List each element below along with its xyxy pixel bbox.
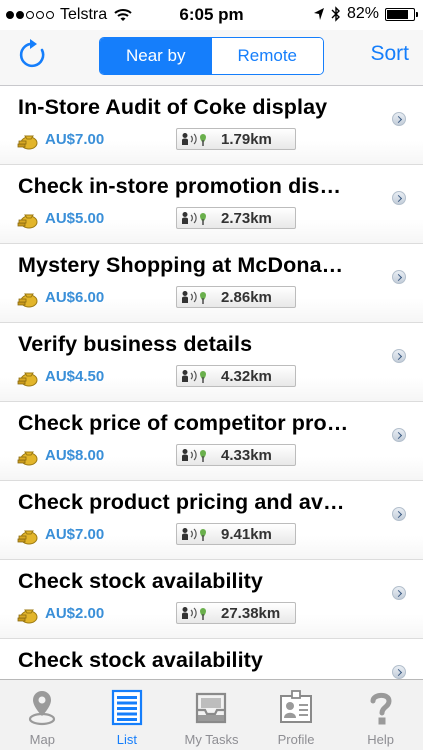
task-price: AU$6.00 xyxy=(45,289,105,306)
distance-icon xyxy=(182,607,206,620)
battery-percentage: 82% xyxy=(346,5,379,22)
navigation-bar: Near by Remote Sort xyxy=(0,30,423,86)
status-right: 82% xyxy=(313,5,418,23)
tab-map[interactable]: Map xyxy=(0,680,85,750)
tab-label: Help xyxy=(367,732,395,747)
tab-label: My Tasks xyxy=(184,732,239,747)
disclosure-chevron-icon[interactable] xyxy=(392,665,406,679)
location-segmented-control: Near by Remote xyxy=(99,37,324,75)
disclosure-chevron-icon[interactable] xyxy=(392,349,406,363)
id-badge-icon xyxy=(280,690,313,723)
tab-label: List xyxy=(116,732,137,747)
task-distance: 2.73km xyxy=(221,209,272,227)
refresh-icon[interactable] xyxy=(16,38,50,72)
distance-icon xyxy=(182,212,206,225)
money-bag-icon xyxy=(17,293,38,308)
money-bag-icon xyxy=(17,372,38,387)
distance-icon xyxy=(182,291,206,304)
task-distance: 9.41km xyxy=(221,525,272,543)
list-icon xyxy=(111,689,142,726)
inbox-tray-icon xyxy=(196,692,227,724)
question-mark-icon xyxy=(370,692,392,725)
disclosure-chevron-icon[interactable] xyxy=(392,270,406,284)
tab-my-tasks[interactable]: My Tasks xyxy=(169,680,254,750)
tab-profile[interactable]: Profile xyxy=(254,680,339,750)
distance-badge: 2.86km xyxy=(176,286,296,308)
distance-badge: 4.32km xyxy=(176,365,296,387)
disclosure-chevron-icon[interactable] xyxy=(392,112,406,126)
task-row[interactable]: Verify business details AU$4.50 4.32km xyxy=(0,323,423,402)
sort-button[interactable]: Sort xyxy=(370,42,409,66)
money-bag-icon xyxy=(17,214,38,229)
battery-icon xyxy=(385,7,418,21)
distance-icon xyxy=(182,133,206,146)
task-distance: 27.38km xyxy=(221,604,281,622)
tab-label: Map xyxy=(29,732,55,747)
task-title: Check stock availability xyxy=(18,569,263,593)
distance-badge: 27.38km xyxy=(176,602,296,624)
task-row[interactable]: Mystery Shopping at McDona… AU$6.00 2.86km xyxy=(0,244,423,323)
distance-icon xyxy=(182,370,206,383)
task-price: AU$5.00 xyxy=(45,210,105,227)
tab-bar: Map List My Tasks Profile Help xyxy=(0,679,423,750)
task-price: AU$7.00 xyxy=(45,131,105,148)
segment-near-by[interactable]: Near by xyxy=(100,38,212,74)
task-row[interactable]: Check stock availability xyxy=(0,639,423,679)
task-distance: 4.32km xyxy=(221,367,272,385)
map-pin-icon xyxy=(29,691,56,726)
task-distance: 2.86km xyxy=(221,288,272,306)
task-row[interactable]: In-Store Audit of Coke display AU$7.00 1.7… xyxy=(0,86,423,165)
task-distance: 1.79km xyxy=(221,130,272,148)
task-row[interactable]: Check stock availability AU$2.00 27.38km xyxy=(0,560,423,639)
money-bag-icon xyxy=(17,530,38,545)
task-title: Check price of competitor pro… xyxy=(18,411,349,435)
disclosure-chevron-icon[interactable] xyxy=(392,507,406,521)
money-bag-icon xyxy=(17,451,38,466)
task-title: Check in-store promotion dis… xyxy=(18,174,342,198)
disclosure-chevron-icon[interactable] xyxy=(392,428,406,442)
distance-icon xyxy=(182,449,206,462)
task-price: AU$4.50 xyxy=(45,368,105,385)
money-bag-icon xyxy=(17,609,38,624)
task-price: AU$7.00 xyxy=(45,526,105,543)
status-bar: Telstra 6:05 pm 82% xyxy=(0,0,423,30)
disclosure-chevron-icon[interactable] xyxy=(392,586,406,600)
distance-badge: 1.79km xyxy=(176,128,296,150)
task-title: Check product pricing and av… xyxy=(18,490,345,514)
task-title: Mystery Shopping at McDona… xyxy=(18,253,344,277)
battery-level xyxy=(387,9,409,19)
tab-help[interactable]: Help xyxy=(338,680,423,750)
distance-badge: 9.41km xyxy=(176,523,296,545)
task-price: AU$2.00 xyxy=(45,605,105,622)
disclosure-chevron-icon[interactable] xyxy=(392,191,406,205)
task-title: Check stock availability xyxy=(18,648,263,672)
bluetooth-icon xyxy=(331,6,340,22)
task-row[interactable]: Check product pricing and av… AU$7.00 9.41… xyxy=(0,481,423,560)
segment-remote[interactable]: Remote xyxy=(211,38,323,74)
task-row[interactable]: Check in-store promotion dis… AU$5.00 2.73… xyxy=(0,165,423,244)
task-title: Verify business details xyxy=(18,332,253,356)
task-list[interactable]: In-Store Audit of Coke display AU$7.00 1.7… xyxy=(0,86,423,679)
location-arrow-icon xyxy=(313,8,324,20)
distance-badge: 2.73km xyxy=(176,207,296,229)
task-distance: 4.33km xyxy=(221,446,272,464)
task-row[interactable]: Check price of competitor pro… AU$8.00 4.3… xyxy=(0,402,423,481)
money-bag-icon xyxy=(17,135,38,150)
distance-icon xyxy=(182,528,206,541)
tab-label: Profile xyxy=(277,732,315,747)
tab-list[interactable]: List xyxy=(85,680,170,750)
task-title: In-Store Audit of Coke display xyxy=(18,95,328,119)
task-price: AU$8.00 xyxy=(45,447,105,464)
distance-badge: 4.33km xyxy=(176,444,296,466)
